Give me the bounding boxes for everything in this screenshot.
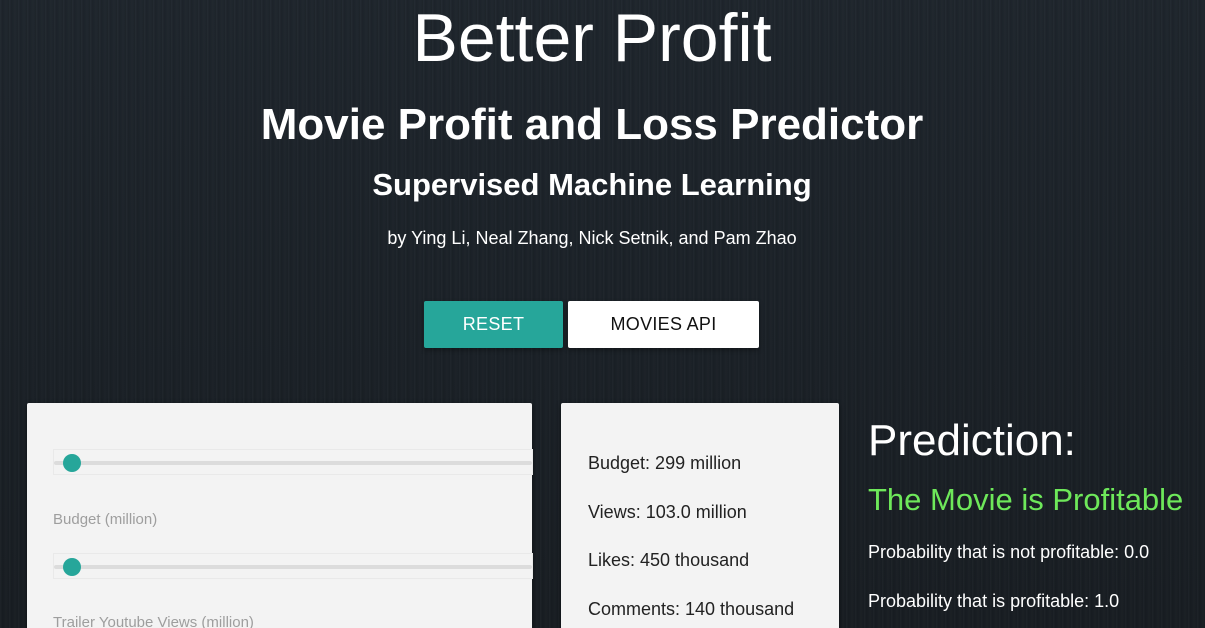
slider-thumb[interactable] [63,558,81,576]
slider-track [54,565,532,569]
movies-api-button[interactable]: MOVIES API [568,301,759,348]
slider-thumb[interactable] [63,454,81,472]
views-slider[interactable] [53,553,533,579]
prediction-result: The Movie is Profitable [868,482,1184,517]
prob-not-profitable: Probability that is not profitable: 0.0 [868,542,1150,562]
page-subtitle: Movie Profit and Loss Predictor [260,100,924,149]
page-subsubtitle: Supervised Machine Learning [372,167,812,202]
authors-line: by Ying Li, Neal Zhang, Nick Setnik, and… [387,228,797,248]
page-title: Better Profit [412,0,772,76]
reset-button[interactable]: RESET [424,301,563,348]
likes-value: Likes: 450 thousand [588,550,750,570]
slider-card: Budget (million) Trailer Youtube Views (… [27,403,533,628]
prob-profitable: Probability that is profitable: 1.0 [868,591,1120,611]
comments-value: Comments: 140 thousand [588,599,795,619]
values-card: Budget: 299 million Views: 103.0 million… [561,403,839,628]
views-slider-label: Trailer Youtube Views (million) [53,614,254,628]
budget-slider[interactable] [53,449,533,475]
prediction-heading: Prediction: [868,416,1076,465]
views-value: Views: 103.0 million [588,502,747,522]
slider-track [54,461,532,465]
budget-value: Budget: 299 million [588,453,742,473]
budget-slider-label: Budget (million) [53,511,158,528]
